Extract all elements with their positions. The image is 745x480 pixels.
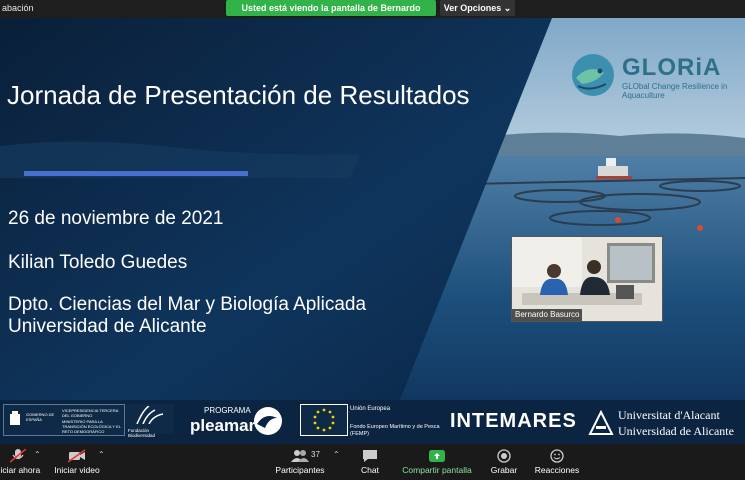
- chat-icon: [363, 450, 377, 462]
- vicepresidencia-text: VICEPRESIDENCIA TERCERA DEL GOBIERNO: [62, 408, 119, 418]
- fundacion-biodiversidad-logo: Fundación Biodiversidad: [126, 404, 174, 438]
- share-banner: Usted está viendo la pantalla de Bernard…: [226, 0, 436, 29]
- top-bar: abación Usted está viendo la pantalla de…: [0, 0, 745, 29]
- start-video-label: Iniciar video: [54, 465, 100, 475]
- shared-screen: Jornada de Presentación de Resultados 26…: [0, 18, 745, 444]
- share-screen-button[interactable]: Compartir pantalla: [400, 444, 474, 480]
- start-audio-label: niciar ahora: [0, 465, 41, 475]
- ua-valencian-text: Universitat d'Alacant: [618, 408, 720, 422]
- gloria-logo-subtitle: GLObal Change Resilience in Aquaculture: [622, 82, 728, 100]
- slide-title: Jornada de Presentación de Resultados: [7, 80, 470, 110]
- gloria-logo-title: GLORiA: [622, 54, 722, 81]
- eu-title-text: Unión Europea: [350, 406, 391, 412]
- share-screen-icon: [429, 450, 445, 462]
- reactions-label: Reacciones: [534, 465, 580, 475]
- slide-university: Universidad de Alicante: [8, 316, 207, 337]
- chat-label: Chat: [361, 465, 379, 475]
- eu-fund-text: Fondo Europeo Marítimo y de Pesca (FEMP): [350, 424, 440, 437]
- sponsor-logos: GOBIERNO DE ESPAÑA VICEPRESIDENCIA TERCE…: [0, 400, 745, 444]
- recording-status: abación: [2, 3, 34, 13]
- audio-options-chevron-icon[interactable]: ⌃: [34, 450, 41, 459]
- record-button[interactable]: Grabar: [488, 444, 520, 480]
- coat-of-arms-icon: [10, 411, 20, 425]
- programa-text: PROGRAMA: [204, 406, 251, 415]
- view-options-button[interactable]: Ver Opciones ⌄: [440, 0, 515, 16]
- intemares-logo: INTEMARES: [450, 410, 580, 438]
- participants-count: 37: [311, 450, 320, 459]
- slide-date: 26 de noviembre de 2021: [8, 208, 224, 229]
- meeting-toolbar: niciar ahora ⌃ Iniciar video ⌃ Participa…: [0, 444, 745, 480]
- share-screen-label: Compartir pantalla: [402, 465, 472, 475]
- slide-department: Dpto. Ciencias del Mar y Biología Aplica…: [8, 294, 367, 315]
- start-video-button[interactable]: Iniciar video: [52, 444, 102, 480]
- gobierno-logo: GOBIERNO DE ESPAÑA VICEPRESIDENCIA TERCE…: [3, 404, 125, 436]
- video-options-chevron-icon[interactable]: ⌃: [98, 450, 105, 459]
- gobierno-text: GOBIERNO DE ESPAÑA: [26, 412, 55, 422]
- ua-spanish-text: Universidad de Alicante: [618, 424, 734, 438]
- intemares-text: INTEMARES: [450, 410, 577, 432]
- fundacion-text: Fundación Biodiversidad: [128, 428, 156, 438]
- smiley-icon: [550, 449, 564, 463]
- record-label: Grabar: [490, 465, 518, 475]
- universidad-alicante-logo: Universitat d'Alacant Universidad de Ali…: [588, 406, 744, 440]
- ua-emblem-icon: [588, 410, 614, 435]
- participants-icon: [291, 450, 309, 462]
- slide-speaker: Kilian Toledo Guedes: [8, 252, 188, 273]
- chat-button[interactable]: Chat: [352, 444, 388, 480]
- record-icon: [497, 449, 511, 463]
- ministerio-text: MINISTERIO PARA LA TRANSICIÓN ECOLÓGICA …: [62, 419, 121, 434]
- participants-label: Participantes: [275, 465, 325, 475]
- grass-icon: [136, 406, 164, 424]
- microphone-icon: [10, 449, 26, 463]
- participant-name: Bernardo Basurco: [512, 309, 583, 321]
- pleamar-logo: PROGRAMA pleamar: [188, 404, 288, 438]
- reactions-button[interactable]: Reacciones: [534, 444, 580, 480]
- participants-options-chevron-icon[interactable]: ⌃: [333, 450, 340, 459]
- gloria-logo: GLORiA GLObal Change Resilience in Aquac…: [570, 52, 740, 102]
- title-accent-bar: [24, 171, 248, 176]
- pleamar-text: pleamar: [190, 416, 256, 435]
- eu-logo: Unión Europea Fondo Europeo Marítimo y d…: [300, 402, 440, 438]
- eu-stars-icon: [313, 408, 335, 432]
- video-camera-off-icon: [68, 449, 86, 463]
- wave-icon: [254, 407, 282, 435]
- gloria-fish-icon: [572, 54, 614, 96]
- participant-video[interactable]: Bernardo Basurco: [511, 236, 663, 322]
